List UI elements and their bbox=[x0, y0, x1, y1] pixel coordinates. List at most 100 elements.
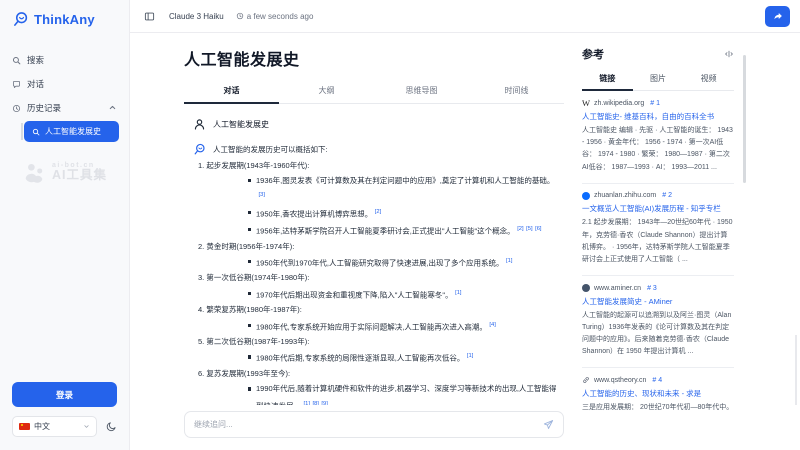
tab-label: 对话 bbox=[224, 86, 240, 95]
answer-body: 1. 起步发展期(1943年-1960年代):1936年,图灵发表《可计算数及其… bbox=[184, 158, 564, 405]
search-icon bbox=[12, 56, 21, 65]
references-scrollbar[interactable] bbox=[743, 55, 747, 183]
zhihu-favicon bbox=[582, 192, 590, 200]
sidebar-item-history-entry[interactable]: 人工智能发展史 bbox=[24, 121, 119, 142]
login-button[interactable]: 登录 bbox=[12, 382, 117, 407]
answer-list-heading: 5. 第二次低谷期(1987年-1993年): bbox=[198, 334, 564, 349]
ai-avatar-icon bbox=[193, 143, 206, 156]
thinkany-app: ThinkAny 搜索对话历史记录 人工智能发展史 ai-bot.cn AI工具… bbox=[0, 0, 800, 450]
sidebar-item-label: 对话 bbox=[27, 78, 44, 90]
page-scrollbar[interactable] bbox=[795, 335, 797, 405]
followup-input[interactable] bbox=[194, 420, 537, 429]
tree-indent-line bbox=[21, 123, 23, 140]
citation-link[interactable]: [8] bbox=[312, 401, 318, 405]
references-title: 参考 bbox=[582, 46, 604, 62]
sidebar-item-0[interactable]: 搜索 bbox=[0, 48, 129, 72]
page-title: 人工智能发展史 bbox=[184, 46, 564, 70]
reference-title[interactable]: 人工智能史- 维基百科，自由的百科全书 bbox=[582, 112, 734, 122]
reference-title[interactable]: 人工智能的历史、现状和未来 - 求是 bbox=[582, 389, 734, 399]
history-entry-row: 人工智能发展史 bbox=[24, 121, 119, 142]
citation-link[interactable]: [9] bbox=[321, 401, 327, 405]
citation-link[interactable]: [2] bbox=[375, 209, 381, 215]
answer-bullet: 1980年代,专家系统开始应用于实际问题解决,人工智能再次进入高潮。[4] bbox=[247, 318, 564, 335]
tab-label: 时间线 bbox=[505, 86, 529, 95]
sidebar-toggle-icon[interactable] bbox=[144, 11, 155, 22]
timestamp: a few seconds ago bbox=[236, 12, 314, 21]
reference-item: www.qstheory.cn # 4 人工智能的历史、现状和未来 - 求是三是应用… bbox=[582, 368, 734, 423]
tab-3[interactable]: 时间线 bbox=[469, 79, 564, 103]
brand-name: ThinkAny bbox=[34, 12, 95, 27]
expand-panel-icon[interactable] bbox=[724, 49, 734, 59]
answer-intro: 人工智能的发展历史可以概括如下: bbox=[213, 144, 328, 155]
watermark: ai-bot.cn AI工具集 bbox=[0, 160, 129, 185]
reference-item: www.aminer.cn# 3人工智能发展简史 - AMiner人工智能的起源… bbox=[582, 276, 734, 368]
answer-list-heading: 2. 黄金时期(1956年-1974年): bbox=[198, 239, 564, 254]
share-button[interactable] bbox=[765, 6, 790, 27]
reference-title[interactable]: 人工智能发展简史 - AMiner bbox=[582, 297, 734, 307]
sidebar-item-2[interactable]: 历史记录 bbox=[0, 96, 129, 120]
main-area: Claude 3 Haiku a few seconds ago 人工智能发展史… bbox=[130, 0, 800, 450]
citation-link[interactable]: [1] bbox=[455, 290, 461, 296]
answer-bullet: 1990年代后,随着计算机硬件和软件的进步,机器学习、深度学习等新技术的出现,人… bbox=[247, 381, 564, 405]
citation-link[interactable]: [5] bbox=[526, 226, 532, 232]
references-tab-2[interactable]: 视频 bbox=[683, 69, 734, 90]
brand-logo[interactable]: ThinkAny bbox=[0, 0, 129, 28]
aminer-favicon bbox=[582, 284, 590, 292]
reference-snippet: 2.1 起步发展期： 1943年—20世纪60年代 · 1950年，克劳德·香农… bbox=[582, 217, 734, 266]
references-tab-1[interactable]: 图片 bbox=[633, 69, 684, 90]
reference-item: zhuanlan.zhihu.com# 2一文概览人工智能(AI)发展历程 - … bbox=[582, 184, 734, 276]
ai-bot-logo-icon bbox=[22, 160, 47, 185]
answer-list-heading: 6. 复苏发展期(1993年至今): bbox=[198, 366, 564, 381]
search-icon bbox=[32, 128, 40, 136]
tab-label: 大纲 bbox=[319, 86, 335, 95]
user-message: 人工智能发展史 bbox=[193, 118, 564, 131]
cn-flag-icon bbox=[19, 423, 30, 431]
citation-link[interactable]: [1] bbox=[467, 353, 473, 359]
share-arrow-icon bbox=[773, 11, 783, 21]
citation-link[interactable]: [6] bbox=[535, 226, 541, 232]
time-ago-label: a few seconds ago bbox=[247, 12, 314, 21]
tab-1[interactable]: 大纲 bbox=[279, 79, 374, 103]
chevron-down-icon bbox=[83, 423, 90, 430]
citation-link[interactable]: [2] bbox=[517, 226, 523, 232]
citation-link[interactable]: [1] bbox=[506, 258, 512, 264]
answer-bullet: 1970年代后期出现资金和重视度下降,陷入"人工智能寒冬"。[1] bbox=[247, 286, 564, 303]
reference-title[interactable]: 一文概览人工智能(AI)发展历程 - 知乎专栏 bbox=[582, 204, 734, 214]
message-list: 人工智能发展史 人工智能的发展历史可以概括如下: 1. 起步发展期(1943年-… bbox=[184, 104, 564, 405]
history-icon bbox=[12, 104, 21, 113]
tab-2[interactable]: 思维导图 bbox=[374, 79, 469, 103]
reference-snippet: 人工智能的起源可以追溯到以及阿兰·图灵（Alan Turing）1936年发表的… bbox=[582, 310, 734, 359]
wikipedia-favicon: W bbox=[582, 99, 590, 108]
chat-icon bbox=[12, 80, 21, 89]
language-selector[interactable]: 中文 bbox=[12, 416, 97, 437]
reference-domain: www.qstheory.cn bbox=[594, 377, 646, 384]
chat-tabs: 对话 大纲 思维导图 时间线 bbox=[184, 79, 564, 104]
theme-toggle-moon-icon[interactable] bbox=[106, 421, 117, 432]
citation-link[interactable]: [1] bbox=[304, 401, 310, 405]
references-tab-0[interactable]: 链接 bbox=[582, 69, 633, 90]
ai-message-header: 人工智能的发展历史可以概括如下: bbox=[193, 143, 564, 156]
references-list: Wzh.wikipedia.org# 1人工智能史- 维基百科，自由的百科全书人… bbox=[582, 91, 734, 423]
citation-link[interactable]: [4] bbox=[489, 322, 495, 328]
references-tabs: 链接图片视频 bbox=[582, 69, 734, 91]
sidebar-item-1[interactable]: 对话 bbox=[0, 72, 129, 96]
answer-bullet: 1950年,香农提出计算机博弈思想。[2] bbox=[247, 205, 564, 222]
citation-link[interactable]: [3] bbox=[259, 192, 265, 198]
reference-rank: # 2 bbox=[662, 192, 672, 199]
answer-bullet: 1980年代后期,专家系统的局限性逐渐显现,人工智能再次低谷。[1] bbox=[247, 349, 564, 366]
reference-snippet: 三是应用发展期： 20世纪70年代初—80年代中。 bbox=[582, 402, 734, 414]
send-icon[interactable] bbox=[543, 419, 554, 430]
followup-input-box bbox=[184, 411, 564, 438]
reference-rank: # 1 bbox=[650, 100, 660, 107]
answer-list-heading: 1. 起步发展期(1943年-1960年代): bbox=[198, 158, 564, 173]
top-bar: Claude 3 Haiku a few seconds ago bbox=[130, 0, 800, 33]
sidebar-nav: 搜索对话历史记录 bbox=[0, 48, 129, 120]
sidebar-item-label: 历史记录 bbox=[27, 102, 61, 114]
model-name: Claude 3 Haiku bbox=[169, 12, 224, 21]
clock-icon bbox=[236, 12, 244, 20]
tab-0[interactable]: 对话 bbox=[184, 79, 279, 103]
reference-rank: # 4 bbox=[652, 377, 662, 384]
chevron-up-icon[interactable] bbox=[108, 103, 117, 112]
history-entry-label: 人工智能发展史 bbox=[45, 126, 101, 137]
answer-bullet: 1936年,图灵发表《可计算数及其在判定问题中的应用》,奠定了计算机和人工智能的… bbox=[247, 173, 564, 205]
